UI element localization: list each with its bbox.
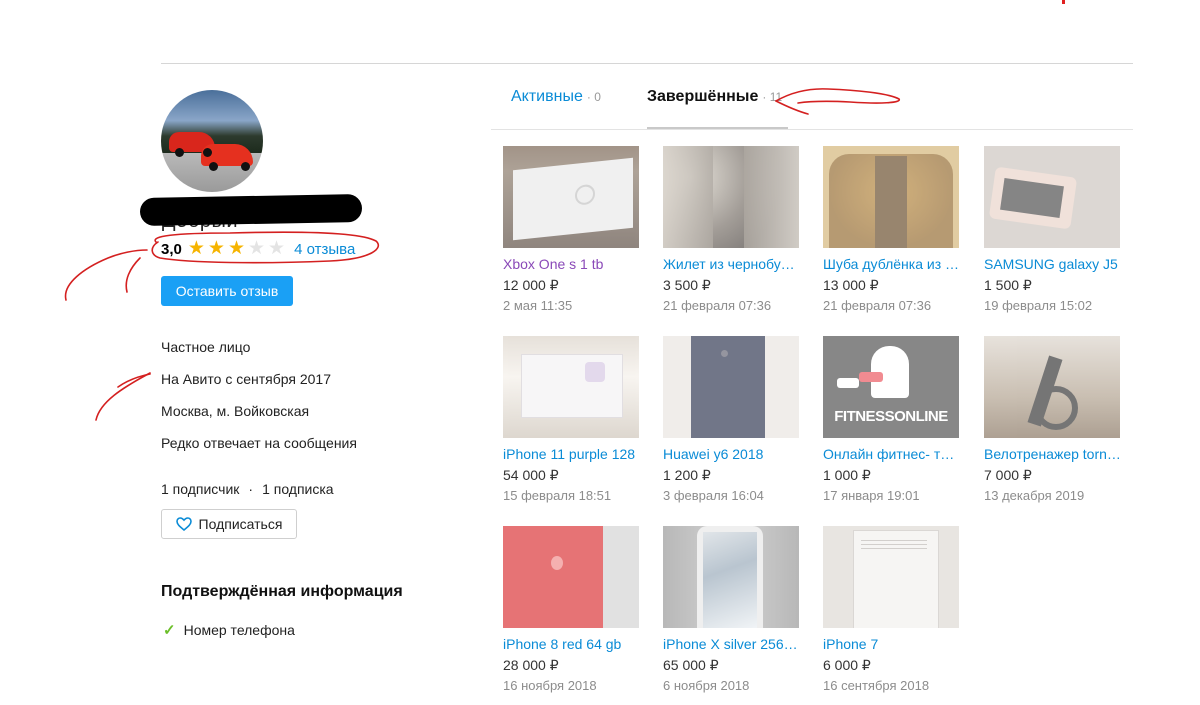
- annotation-since-arrow: [95, 372, 151, 421]
- listing-price: 65 000 ₽: [663, 657, 719, 673]
- annotation-tab-arrow: [775, 88, 900, 104]
- listing-title-link[interactable]: Онлайн фитнес- тренер: [823, 446, 961, 462]
- listing-date: 2 мая 11:35: [503, 298, 573, 313]
- star-filled-icon: ★: [207, 238, 225, 259]
- tab-completed-count-value: 11: [769, 90, 783, 104]
- listing-title-link[interactable]: iPhone 8 red 64 gb: [503, 636, 641, 652]
- listing-thumbnail[interactable]: [503, 146, 639, 248]
- listing-date: 6 ноября 2018: [663, 678, 750, 693]
- member-since: На Авито с сентября 2017: [161, 371, 331, 387]
- listing-date: 13 декабря 2019: [984, 488, 1085, 503]
- listing-thumbnail[interactable]: [663, 146, 799, 248]
- tab-separator: ·: [586, 90, 591, 104]
- star-filled-icon: ★: [227, 238, 245, 259]
- listing-price: 1 200 ₽: [663, 467, 711, 483]
- listing-title-link[interactable]: iPhone 11 purple 128: [503, 446, 641, 462]
- avatar-wheel: [203, 148, 212, 157]
- subscription-stats: 1 подписчик · 1 подписка: [161, 481, 334, 497]
- listing-price: 13 000 ₽: [823, 277, 879, 293]
- star-empty-icon: ★: [248, 238, 266, 259]
- listing-title-link[interactable]: SAMSUNG galaxy J5: [984, 256, 1122, 272]
- thumb-shape: [837, 378, 859, 388]
- listing-thumbnail[interactable]: [503, 526, 639, 628]
- listing-thumbnail[interactable]: [503, 336, 639, 438]
- follow-button[interactable]: Подписаться: [161, 509, 297, 539]
- thumb-shape: [513, 157, 633, 241]
- avatar-wheel: [241, 162, 250, 171]
- listing-price: 12 000 ₽: [503, 277, 559, 293]
- listing-date: 15 февраля 18:51: [503, 488, 612, 503]
- listing-date: 21 февраля 07:36: [663, 298, 772, 313]
- star-empty-icon: ★: [268, 238, 286, 259]
- seller-location: Москва, м. Войковская: [161, 403, 310, 419]
- listing-thumbnail[interactable]: [984, 146, 1120, 248]
- leave-review-button[interactable]: Оставить отзыв: [161, 276, 293, 306]
- listing-title-link[interactable]: Велотренажер torneo: [984, 446, 1122, 462]
- listing-price: 1 000 ₽: [823, 467, 871, 483]
- listing-price: 7 000 ₽: [984, 467, 1032, 483]
- tab-completed-listings[interactable]: Завершённые · 11: [647, 88, 782, 106]
- seller-type: Частное лицо: [161, 339, 251, 355]
- listing-date: 16 сентября 2018: [823, 678, 930, 693]
- listing-thumbnail[interactable]: [823, 526, 959, 628]
- listing-title-link[interactable]: Huawei y6 2018: [663, 446, 801, 462]
- rating-row: 3,0 ★ ★ ★ ★ ★ 4 отзыва: [161, 238, 355, 260]
- follow-button-label: Подписаться: [198, 516, 283, 532]
- star-filled-icon: ★: [187, 238, 205, 259]
- listing-thumbnail[interactable]: [823, 146, 959, 248]
- listing-thumbnail[interactable]: [663, 336, 799, 438]
- reviews-link[interactable]: 4 отзыва: [294, 241, 355, 258]
- subscribers-link[interactable]: 1 подписчик: [161, 481, 239, 497]
- tab-active-label: Активные: [511, 88, 583, 105]
- listing-price: 1 500 ₽: [984, 277, 1032, 293]
- verified-phone-label: Номер телефона: [183, 622, 295, 638]
- listing-date: 19 февраля 15:02: [984, 298, 1093, 313]
- tab-active-count-value: 0: [594, 90, 601, 104]
- avatar-wheel: [175, 148, 184, 157]
- listing-price: 6 000 ₽: [823, 657, 871, 673]
- subscriptions-link[interactable]: 1 подписка: [262, 481, 334, 497]
- annotation-since-arrow: [117, 373, 151, 388]
- rating-stars: ★ ★ ★ ★ ★: [188, 239, 288, 259]
- listing-thumbnail[interactable]: FITNESSONLINE: [823, 336, 959, 438]
- listing-date: 21 февраля 07:36: [823, 298, 932, 313]
- verified-info-title: Подтверждённая информация: [161, 583, 403, 600]
- listing-date: 17 января 19:01: [823, 488, 920, 503]
- listing-date: 3 февраля 16:04: [663, 488, 764, 503]
- tab-active-listings[interactable]: Активные · 0: [511, 88, 601, 106]
- listing-title-link[interactable]: Жилет из чернобурки: [663, 256, 801, 272]
- tab-separator: ·: [762, 90, 767, 104]
- listing-price: 54 000 ₽: [503, 467, 559, 483]
- thumb-shape: [859, 372, 883, 382]
- subs-separator: ·: [248, 481, 254, 497]
- listing-date: 16 ноября 2018: [503, 678, 597, 693]
- listing-title-link[interactable]: Шуба дублёнка из овчины: [823, 256, 961, 272]
- rating-value: 3,0: [161, 240, 182, 258]
- tab-completed-count: · 11: [762, 90, 782, 104]
- response-rate: Редко отвечает на сообщения: [161, 435, 357, 451]
- annotation-rating-arrow: [64, 249, 148, 301]
- listing-price: 3 500 ₽: [663, 277, 711, 293]
- thumb-logo-text: FITNESSONLINE: [834, 408, 948, 425]
- tab-active-count: · 0: [587, 90, 601, 104]
- name-redaction-scribble: [139, 194, 363, 226]
- checkmark-icon: ✓: [163, 622, 176, 639]
- listing-title-link[interactable]: Xbox One s 1 tb: [503, 256, 641, 272]
- verified-phone-item: ✓ Номер телефона: [163, 621, 295, 639]
- annotation-rating-arrow: [125, 257, 141, 293]
- listing-price: 28 000 ₽: [503, 657, 559, 673]
- listing-title-link[interactable]: iPhone 7: [823, 636, 961, 652]
- listing-thumbnail[interactable]: [663, 526, 799, 628]
- listing-thumbnail[interactable]: [984, 336, 1120, 438]
- avatar[interactable]: [161, 90, 263, 192]
- listing-title-link[interactable]: iPhone X silver 256 gb: [663, 636, 801, 652]
- tab-completed-label: Завершённые: [647, 88, 759, 105]
- annotation-dot: [1062, 0, 1065, 4]
- tabs-divider: [491, 129, 1133, 130]
- heart-icon: [175, 517, 192, 531]
- avatar-wheel: [209, 162, 218, 171]
- header-divider: [161, 63, 1133, 64]
